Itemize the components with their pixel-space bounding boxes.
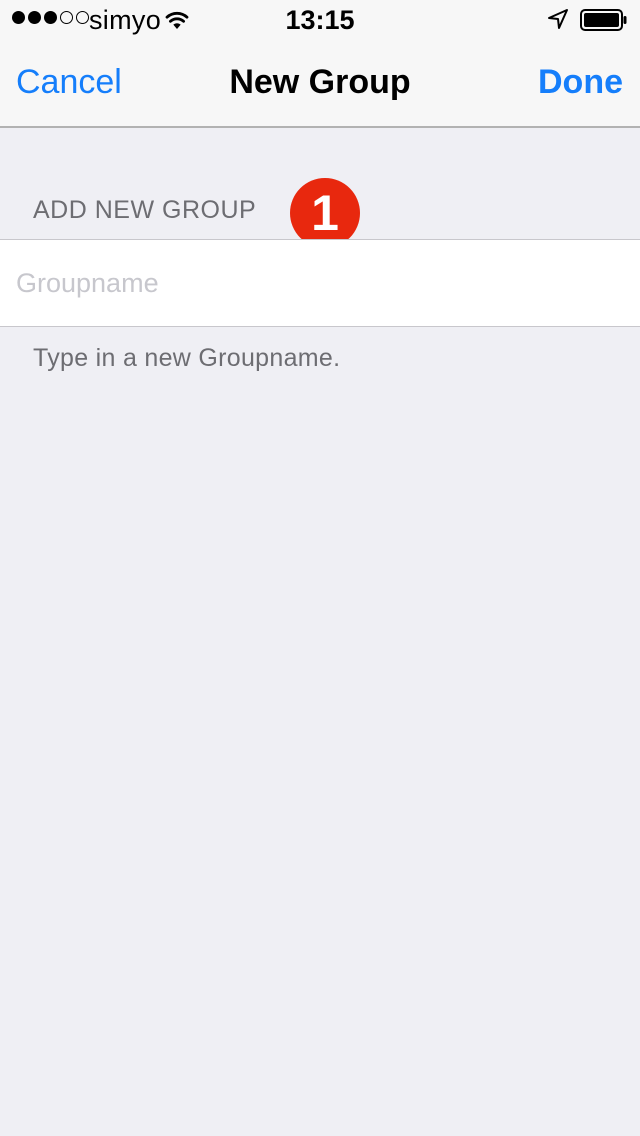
battery-icon [580, 9, 627, 31]
section-footer-hint: Type in a new Groupname. [33, 344, 341, 372]
top-bar: simyo 13:15 Cancel New Group Done [0, 0, 640, 128]
location-arrow-icon [548, 9, 568, 29]
navigation-bar: Cancel New Group Done [0, 40, 640, 128]
new-group-screen: simyo 13:15 Cancel New Group Done ADD NE… [0, 0, 640, 1136]
groupname-input[interactable] [16, 262, 616, 304]
step-number-badge: 1 [290, 178, 360, 248]
groupname-cell [0, 239, 640, 327]
status-bar: simyo 13:15 [0, 0, 640, 40]
status-time: 13:15 [285, 5, 355, 35]
cancel-button[interactable]: Cancel [16, 63, 122, 102]
section-header: ADD NEW GROUP [33, 196, 257, 224]
done-button[interactable]: Done [538, 63, 623, 102]
